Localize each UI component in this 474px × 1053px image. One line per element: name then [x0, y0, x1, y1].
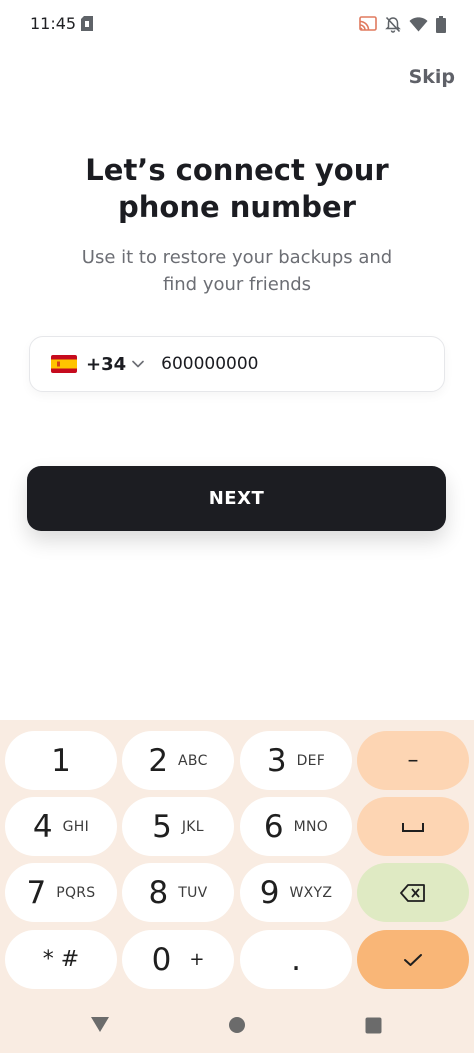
space-key[interactable] [357, 797, 469, 856]
chevron-down-icon [132, 360, 144, 368]
key-digit: 4 [32, 808, 53, 845]
key-star-hash[interactable]: * # [5, 930, 117, 989]
key-0[interactable]: 0 + [122, 930, 234, 989]
key-digit: 9 [259, 874, 280, 911]
check-icon [404, 953, 422, 966]
dash-key[interactable]: – [357, 731, 469, 790]
key-letters: JKL [181, 818, 204, 835]
backspace-icon [400, 883, 425, 902]
key-letters: WXYZ [289, 884, 333, 901]
page-subtitle: Use it to restore your backups and find … [62, 244, 412, 298]
phone-number-field: +34 [29, 336, 445, 392]
key-1[interactable]: 1 [5, 731, 117, 790]
phone-number-input[interactable] [161, 354, 402, 374]
page-title: Let’s connect your phone number [0, 152, 474, 226]
backspace-key[interactable] [357, 863, 469, 922]
dash-symbol: – [407, 748, 419, 773]
subtitle-line-1: Use it to restore your backups and [81, 247, 393, 268]
key-8[interactable]: 8 TUV [122, 863, 234, 922]
status-icons [359, 14, 446, 34]
bell-off-icon [385, 16, 401, 33]
key-digit: 6 [263, 808, 284, 845]
recents-square-icon[interactable] [365, 1017, 382, 1034]
space-icon [402, 822, 424, 832]
key-letters: GHI [62, 818, 90, 835]
key-6[interactable]: 6 MNO [240, 797, 352, 856]
key-plus: + [189, 949, 205, 970]
key-letters: PQRS [56, 884, 96, 901]
key-dot[interactable]: . [240, 930, 352, 989]
title-line-1: Let’s connect your [85, 153, 389, 187]
title-line-2: phone number [118, 190, 356, 224]
dial-code: +34 [86, 353, 127, 375]
key-digit: 1 [51, 742, 71, 779]
key-digit: 2 [148, 742, 169, 779]
key-digit: 3 [266, 742, 287, 779]
status-time: 11:45 [30, 14, 77, 33]
key-4[interactable]: 4 GHI [5, 797, 117, 856]
system-navigation-bar [0, 1000, 474, 1053]
next-button[interactable]: NEXT [27, 466, 446, 531]
key-digit: . [291, 941, 301, 978]
key-digit: 7 [26, 874, 47, 911]
key-5[interactable]: 5 JKL [122, 797, 234, 856]
skip-button[interactable]: Skip [409, 66, 455, 88]
done-key[interactable] [357, 930, 469, 989]
key-3[interactable]: 3 DEF [240, 731, 352, 790]
country-code-picker[interactable]: +34 [51, 354, 144, 375]
key-digit: 0 [151, 941, 172, 978]
key-digit: 8 [148, 874, 169, 911]
key-9[interactable]: 9 WXYZ [240, 863, 352, 922]
key-letters: MNO [293, 818, 329, 835]
cast-icon [359, 16, 377, 31]
sim-card-icon [81, 16, 93, 31]
key-7[interactable]: 7 PQRS [5, 863, 117, 922]
wifi-icon [409, 16, 428, 31]
key-letters: ABC [178, 752, 208, 769]
key-letters: DEF [296, 752, 326, 769]
spain-flag-icon [51, 355, 77, 373]
status-bar: 11:45 [0, 0, 474, 48]
back-triangle-icon[interactable] [90, 1016, 110, 1033]
numeric-keypad: 1 2 ABC 3 DEF – 4 GHI 5 JKL 6 MNO 7 PQRS… [0, 720, 474, 1000]
key-2[interactable]: 2 ABC [122, 731, 234, 790]
key-symbols: * # [42, 947, 80, 972]
home-circle-icon[interactable] [228, 1016, 246, 1034]
key-letters: TUV [178, 884, 208, 901]
key-digit: 5 [152, 808, 172, 845]
battery-icon [436, 15, 446, 33]
subtitle-line-2: find your friends [162, 274, 312, 295]
